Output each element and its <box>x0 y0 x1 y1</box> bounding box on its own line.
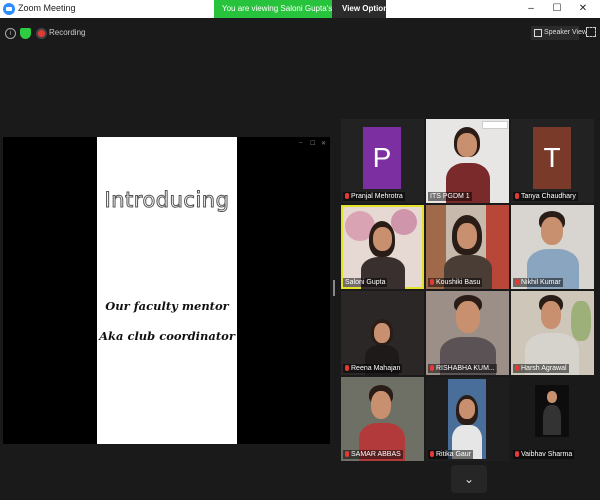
minimize-button[interactable]: – <box>518 0 544 18</box>
participant-name: Pranjal Mehrotra <box>343 192 405 201</box>
maximize-button[interactable]: ☐ <box>544 0 570 18</box>
chevron-down-icon: ⌄ <box>394 4 402 13</box>
chevron-down-icon: ⌄ <box>463 472 475 486</box>
participant-name: SAMAR ABBAS <box>343 450 403 459</box>
participant-name: Nikhil Kumar <box>513 278 563 287</box>
muted-mic-icon <box>515 193 519 199</box>
muted-mic-icon <box>515 279 519 285</box>
participant-tile[interactable]: P Pranjal Mehrotra <box>341 119 424 203</box>
view-options-label: View Options <box>342 4 393 13</box>
participant-name: RISHABHA KUM... <box>428 364 497 373</box>
participant-tile[interactable]: Vaibhav Sharma <box>511 377 594 461</box>
speaker-view-button[interactable]: Speaker View <box>531 26 587 40</box>
zoom-logo-icon <box>3 3 15 15</box>
participant-tile[interactable]: Harsh Agrawal <box>511 291 594 375</box>
participant-name: Koushiki Basu <box>428 278 483 287</box>
muted-mic-icon <box>430 365 434 371</box>
recording-icon <box>36 28 47 39</box>
participant-name: ITS PGDM 1 <box>428 192 472 201</box>
participant-video <box>426 377 509 461</box>
participant-name: Saloni Gupta <box>343 278 388 287</box>
muted-mic-icon <box>345 193 349 199</box>
muted-mic-icon <box>345 451 349 457</box>
presentation-slide: Introducing Our faculty mentor Aka club … <box>97 137 237 444</box>
screen-share-banner: You are viewing Saloni Gupta's screen Vi… <box>214 0 401 18</box>
share-banner-message: You are viewing Saloni Gupta's screen <box>214 0 332 18</box>
participant-tile[interactable]: Nikhil Kumar <box>511 205 594 289</box>
participant-tile[interactable]: Reena Mahajan <box>341 291 424 375</box>
muted-mic-icon <box>515 451 519 457</box>
view-options-button[interactable]: View Options ⌄ <box>332 0 401 18</box>
participant-name: Ritika Gaur <box>428 450 474 459</box>
participant-tile[interactable]: ITS PGDM 1 <box>426 119 509 203</box>
avatar: P <box>363 127 401 189</box>
slide-title: Introducing <box>104 188 230 213</box>
recording-label: Recording <box>49 28 86 37</box>
panel-resize-handle[interactable] <box>333 280 335 296</box>
participant-video <box>341 205 424 289</box>
speaker-view-icon <box>534 29 542 37</box>
window-title: Zoom Meeting <box>18 3 76 13</box>
participant-name: Harsh Agrawal <box>513 364 569 373</box>
muted-mic-icon <box>345 365 349 371</box>
participant-video <box>426 291 509 375</box>
participant-tile-active-speaker[interactable]: Saloni Gupta <box>341 205 424 289</box>
encryption-shield-icon[interactable] <box>20 28 31 39</box>
participant-video <box>511 377 594 461</box>
participant-tile[interactable]: SAMAR ABBAS <box>341 377 424 461</box>
participant-video <box>426 119 509 203</box>
participant-name: Tanya Chaudhary <box>513 192 578 201</box>
slide-line-1: Our faculty mentor <box>105 299 229 313</box>
speaker-view-label: Speaker View <box>544 29 588 36</box>
slide-line-2: Aka club coordinator <box>99 329 235 343</box>
participant-video <box>511 205 594 289</box>
participant-name: Reena Mahajan <box>343 364 403 373</box>
participant-video <box>511 291 594 375</box>
meeting-top-bar: i Recording <box>0 18 600 50</box>
window-title-bar: Zoom Meeting You are viewing Saloni Gupt… <box>0 0 600 18</box>
participant-tile[interactable]: Ritika Gaur <box>426 377 509 461</box>
participant-name: Vaibhav Sharma <box>513 450 575 459</box>
participant-video <box>341 291 424 375</box>
participant-video <box>426 205 509 289</box>
avatar: T <box>533 127 571 189</box>
share-close-icon[interactable]: ✕ <box>321 140 326 147</box>
participant-gallery: P Pranjal Mehrotra ITS PGDM 1 T Tanya Ch… <box>341 119 596 462</box>
participant-tile[interactable]: Koushiki Basu <box>426 205 509 289</box>
participant-tile[interactable]: RISHABHA KUM... <box>426 291 509 375</box>
share-minimize-icon[interactable]: – <box>299 140 302 146</box>
participant-video <box>341 377 424 461</box>
gallery-next-page-button[interactable]: ⌄ <box>451 465 487 493</box>
close-button[interactable]: ✕ <box>570 0 596 18</box>
muted-mic-icon <box>430 451 434 457</box>
share-maximize-icon[interactable]: ☐ <box>310 140 315 147</box>
fullscreen-icon[interactable] <box>586 27 596 37</box>
muted-mic-icon <box>430 279 434 285</box>
participant-tile[interactable]: T Tanya Chaudhary <box>511 119 594 203</box>
muted-mic-icon <box>515 365 519 371</box>
meeting-info-icon[interactable]: i <box>5 28 16 39</box>
